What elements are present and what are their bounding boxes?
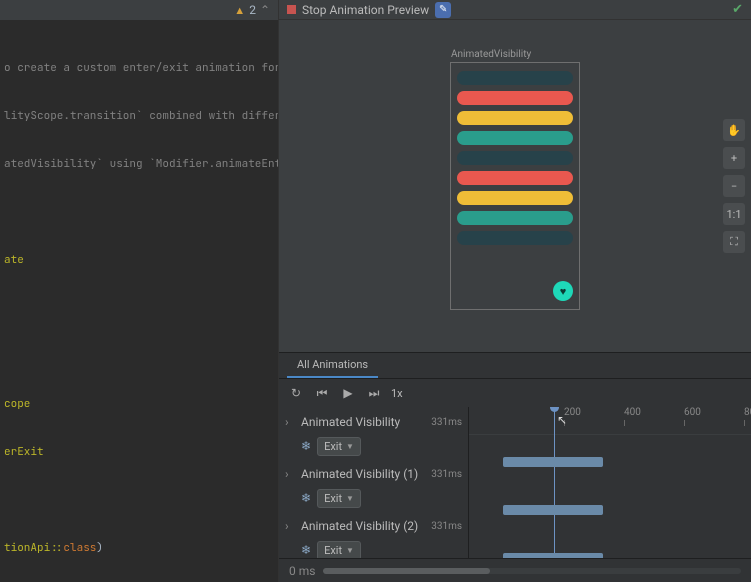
animation-entry: › Animated Visibility 331ms ❄ Exit▼ [279, 411, 468, 459]
canvas-tools: ✋ + − 1:1 ⛶ [723, 119, 745, 253]
freeze-icon[interactable]: ❄ [301, 491, 311, 505]
animation-name: Animated Visibility [301, 415, 400, 429]
animation-entry: › Animated Visibility (1) 331ms ❄ Exit▼ [279, 463, 468, 511]
preview-bar [457, 131, 573, 145]
animation-entry-header[interactable]: › Animated Visibility (1) 331ms [285, 463, 462, 485]
state-select[interactable]: Exit▼ [317, 437, 361, 456]
animation-duration: 331ms [431, 521, 462, 532]
loop-button[interactable]: ↻ [287, 384, 305, 402]
animation-entry-header[interactable]: › Animated Visibility 331ms [285, 411, 462, 433]
zoom-in-button[interactable]: + [723, 147, 745, 169]
chevron-right-icon: › [285, 415, 295, 429]
chevron-right-icon: › [285, 519, 295, 533]
preview-canvas[interactable]: AnimatedVisibility ♥ ✋ + − 1:1 ⛶ [279, 20, 751, 352]
state-select[interactable]: Exit▼ [317, 541, 361, 559]
chevron-down-icon: ▼ [346, 494, 354, 503]
editor-header: ▲ 2 ⌃ [0, 0, 278, 20]
timeline-ruler[interactable]: 200 400 600 800 1000 [469, 407, 751, 435]
stop-icon[interactable] [287, 5, 296, 14]
animation-list: › Animated Visibility 331ms ❄ Exit▼ › An… [279, 407, 469, 558]
state-select[interactable]: Exit▼ [317, 489, 361, 508]
preview-title: Stop Animation Preview [302, 3, 429, 17]
jump-end-button[interactable]: ⏭ [365, 384, 383, 402]
track-bar[interactable] [503, 553, 603, 558]
timeline-scrollbar[interactable] [323, 568, 741, 574]
magic-wand-icon[interactable]: ✎ [435, 2, 451, 18]
build-success-icon: ✔ [732, 2, 743, 17]
chevron-right-icon: › [285, 467, 295, 481]
preview-bar [457, 151, 573, 165]
animation-duration: 331ms [431, 469, 462, 480]
animation-tabs: All Animations [279, 353, 751, 379]
preview-bar [457, 211, 573, 225]
preview-pane: Stop Animation Preview ✎ ✔ AnimatedVisib… [278, 0, 751, 582]
chevron-down-icon: ▼ [346, 546, 354, 555]
animation-name: Animated Visibility (2) [301, 519, 418, 533]
preview-bar [457, 231, 573, 245]
warning-icon: ▲ [234, 4, 245, 17]
timeline-area[interactable]: 200 400 600 800 1000 ↖ [469, 407, 751, 558]
tab-all-animations[interactable]: All Animations [287, 353, 378, 378]
chevron-down-icon: ▼ [346, 442, 354, 451]
animation-name: Animated Visibility (1) [301, 467, 418, 481]
code-editor[interactable]: o create a custom enter/exit animation f… [0, 20, 278, 582]
fab-heart-button[interactable]: ♥ [553, 281, 573, 301]
preview-bar [457, 91, 573, 105]
freeze-icon[interactable]: ❄ [301, 439, 311, 453]
zoom-out-button[interactable]: − [723, 175, 745, 197]
preview-bar [457, 191, 573, 205]
track-row [469, 483, 751, 531]
animation-entry: › Animated Visibility (2) 331ms ❄ Exit▼ [279, 515, 468, 558]
animations-footer: 0 ms [279, 558, 751, 582]
phone-frame-label: AnimatedVisibility [451, 49, 531, 60]
track-row [469, 531, 751, 558]
preview-toolbar: Stop Animation Preview ✎ ✔ [279, 0, 751, 20]
inspections-caret-icon[interactable]: ⌃ [260, 3, 270, 17]
track-bar[interactable] [503, 457, 603, 467]
preview-bar [457, 111, 573, 125]
animations-panel: All Animations ↻ ⏮ ▶ ⏭ 1x › Animated Vis… [279, 352, 751, 582]
playback-bar: ↻ ⏮ ▶ ⏭ 1x [279, 379, 751, 407]
play-button[interactable]: ▶ [339, 384, 357, 402]
zoom-fit-button[interactable]: ⛶ [723, 231, 745, 253]
track-row [469, 435, 751, 483]
preview-bar [457, 71, 573, 85]
freeze-icon[interactable]: ❄ [301, 543, 311, 557]
track-bar[interactable] [503, 505, 603, 515]
code-editor-pane: ▲ 2 ⌃ o create a custom enter/exit anima… [0, 0, 278, 582]
animation-entry-header[interactable]: › Animated Visibility (2) 331ms [285, 515, 462, 537]
zoom-reset-button[interactable]: 1:1 [723, 203, 745, 225]
preview-bar [457, 171, 573, 185]
warning-count: 2 [249, 3, 256, 17]
speed-label[interactable]: 1x [391, 387, 403, 400]
pan-tool-button[interactable]: ✋ [723, 119, 745, 141]
time-zero-label: 0 ms [289, 564, 315, 578]
phone-preview-frame: AnimatedVisibility ♥ [450, 62, 580, 310]
jump-start-button[interactable]: ⏮ [313, 384, 331, 402]
animation-duration: 331ms [431, 417, 462, 428]
